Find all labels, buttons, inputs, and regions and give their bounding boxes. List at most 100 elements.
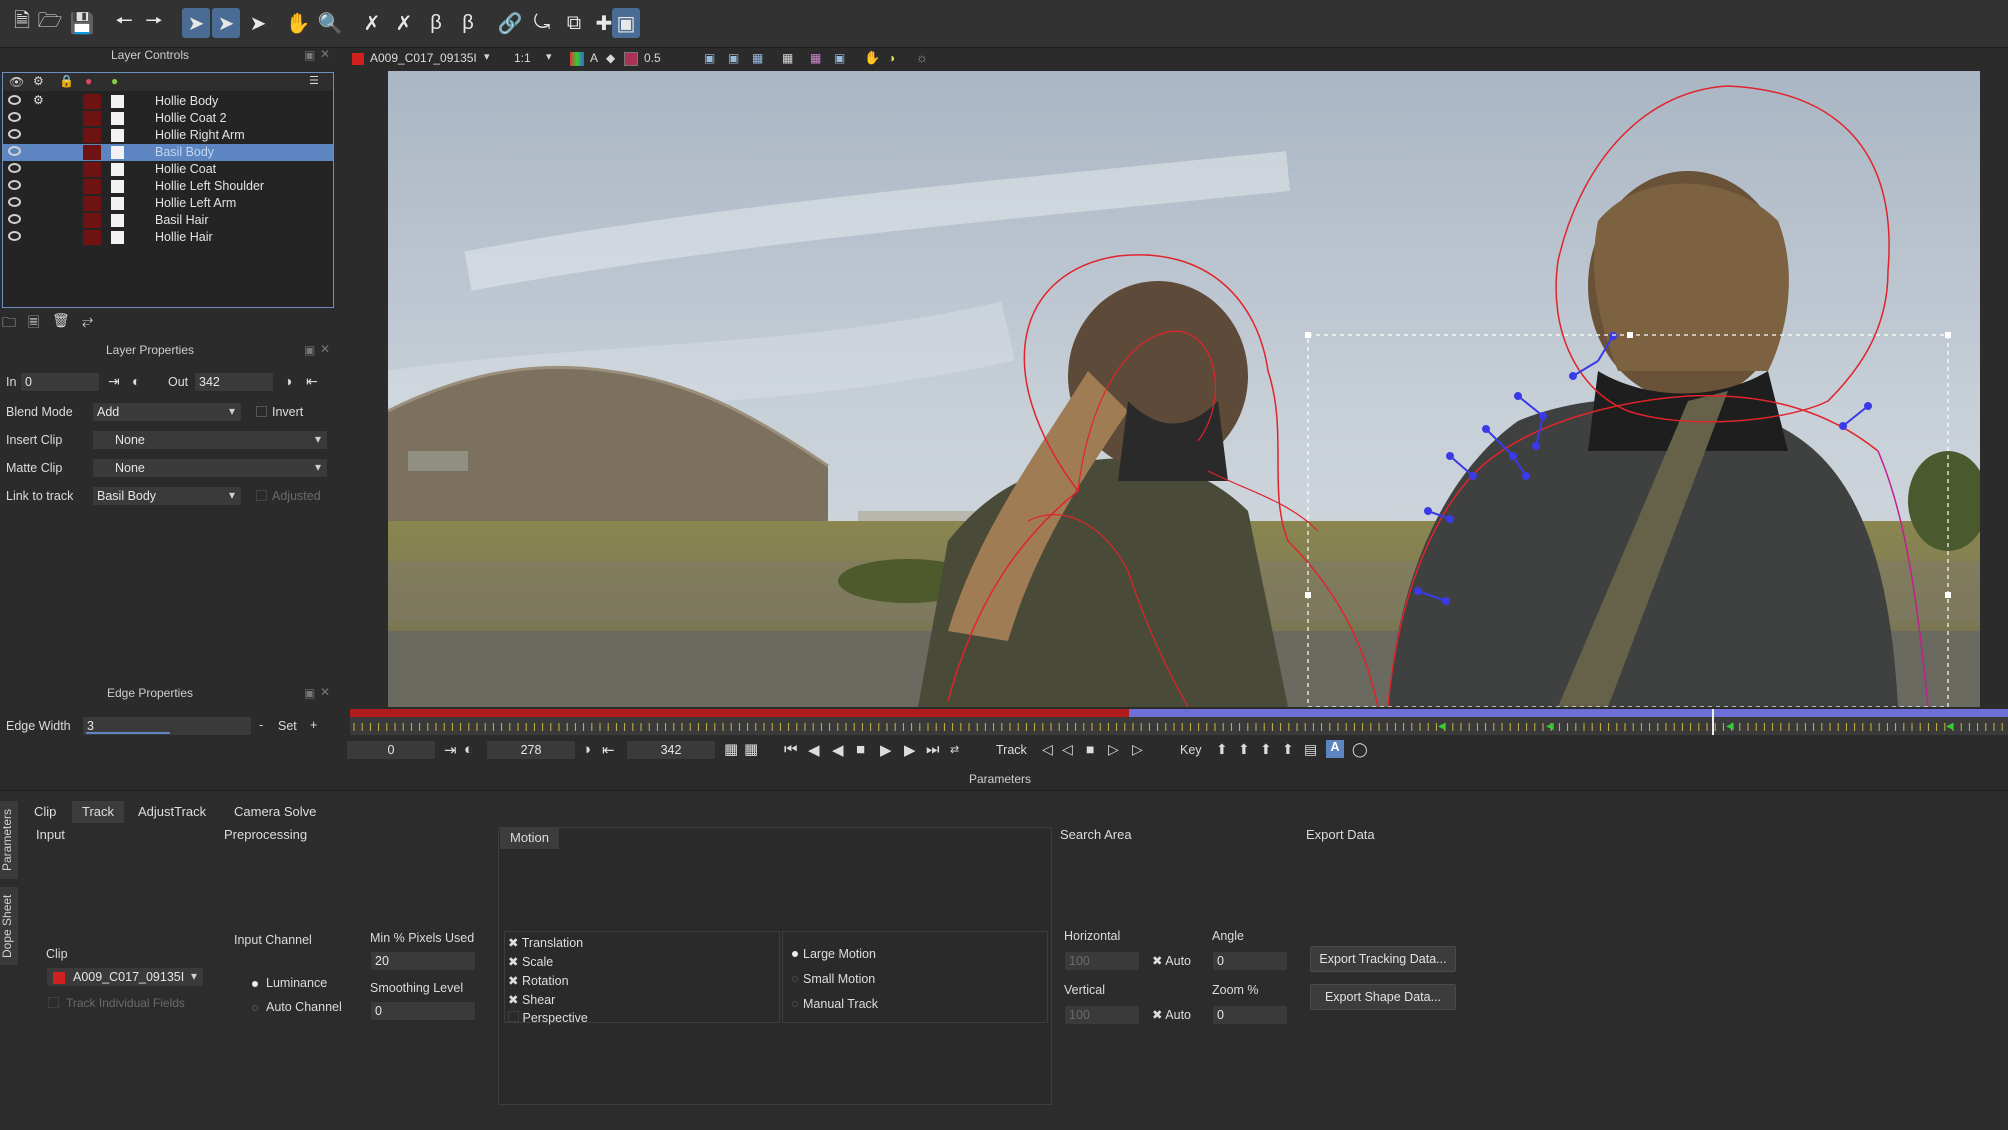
undo-icon[interactable]: 🠔 bbox=[110, 8, 138, 38]
layer-matte-swatch[interactable] bbox=[111, 112, 124, 125]
new-layer-icon[interactable]: 🗀 bbox=[2, 312, 16, 336]
visibility-eye-icon[interactable] bbox=[8, 214, 21, 224]
layer-color-swatch[interactable] bbox=[83, 162, 101, 177]
go-to-end-bracket-icon[interactable]: ⇤ bbox=[602, 741, 615, 759]
prev-key-icon[interactable]: ⬆ bbox=[1238, 741, 1250, 758]
layer-row[interactable]: Hollie Coat bbox=[3, 161, 333, 178]
layer-color-swatch[interactable] bbox=[83, 213, 101, 228]
fit-layers-icon[interactable]: ⥂ bbox=[82, 312, 93, 329]
exposure-sun-icon[interactable]: ☼ bbox=[916, 50, 928, 65]
stop-icon[interactable]: ■ bbox=[856, 741, 865, 758]
monitor-icon[interactable]: ▣ bbox=[704, 51, 715, 65]
track-step-forward-icon[interactable]: ▷ bbox=[1108, 741, 1119, 758]
lock-column-icon[interactable]: 🔒 bbox=[59, 74, 74, 88]
layer-matte-swatch[interactable] bbox=[111, 146, 124, 159]
set-in-icon[interactable]: ◐ bbox=[132, 373, 140, 389]
track-forward-icon[interactable]: ▷ bbox=[1132, 741, 1143, 758]
grid-overlay-icon[interactable]: ▣ bbox=[612, 8, 640, 38]
layer-matte-swatch[interactable] bbox=[111, 197, 124, 210]
set-in-point-icon[interactable]: ◐ bbox=[464, 741, 473, 758]
tab-camera-solve[interactable]: Camera Solve bbox=[224, 801, 326, 823]
crop-icon[interactable]: ▦ bbox=[782, 51, 793, 65]
motion-checkbox[interactable]: ✖ Rotation bbox=[508, 973, 569, 988]
horizontal-field[interactable]: 100 bbox=[1064, 951, 1140, 971]
color-column-icon[interactable]: ● bbox=[85, 74, 92, 88]
layer-row[interactable]: Hollie Left Shoulder bbox=[3, 178, 333, 195]
key-all-icon[interactable]: ▤ bbox=[1304, 741, 1317, 758]
bezier-x-tool-icon[interactable]: ✗ bbox=[358, 8, 386, 38]
go-to-in-icon[interactable]: ⇥ bbox=[108, 373, 120, 390]
zoom-magnifier-icon[interactable]: 🔍 bbox=[316, 8, 344, 38]
play-forward-icon[interactable]: ▶ bbox=[904, 741, 916, 759]
auto-channel-radio[interactable] bbox=[252, 1005, 258, 1011]
alpha-channel-icon[interactable]: A bbox=[590, 51, 598, 65]
keyframe-marker[interactable]: ◀ bbox=[1438, 721, 1446, 732]
insert-clip-select[interactable]: None bbox=[92, 430, 328, 450]
fit-timeline-icon[interactable]: ▦ bbox=[724, 740, 738, 758]
out-frame-field[interactable]: 342 bbox=[194, 372, 274, 392]
rgb-channels-icon[interactable] bbox=[570, 52, 584, 66]
motion-checkbox[interactable]: ✖ Scale bbox=[508, 954, 553, 969]
tab-adjusttrack[interactable]: AdjustTrack bbox=[128, 801, 216, 823]
track-step-backward-icon[interactable]: ◁ bbox=[1062, 741, 1073, 758]
brightness-icon[interactable]: ◑ bbox=[888, 51, 895, 65]
panel-float-icon[interactable]: ▣ bbox=[304, 343, 315, 357]
viewer-clip-select[interactable]: A009_C017_09135I bbox=[370, 51, 477, 65]
viewer-canvas[interactable] bbox=[388, 71, 1980, 707]
hand-icon[interactable]: ✋ bbox=[864, 50, 880, 66]
adjusted-checkbox[interactable] bbox=[256, 490, 267, 501]
layer-row[interactable]: Hollie Coat 2 bbox=[3, 110, 333, 127]
horizontal-auto-checkbox[interactable]: ✖ Auto bbox=[1152, 953, 1191, 968]
panel-float-icon[interactable]: ▣ bbox=[304, 686, 315, 700]
set-out-icon[interactable]: ◑ bbox=[284, 373, 292, 389]
new-file-icon[interactable]: 🗎 bbox=[8, 8, 36, 38]
go-to-last-frame-icon[interactable]: ⏭ bbox=[926, 741, 940, 758]
visibility-eye-icon[interactable] bbox=[8, 180, 21, 190]
tab-clip[interactable]: Clip bbox=[24, 801, 66, 823]
track-backward-icon[interactable]: ◁ bbox=[1042, 741, 1053, 758]
bezier-b-tool-icon[interactable]: ✗ bbox=[390, 8, 418, 38]
visibility-eye-icon[interactable] bbox=[8, 146, 21, 156]
layer-color-swatch[interactable] bbox=[83, 128, 101, 143]
track-individual-fields-checkbox[interactable] bbox=[48, 997, 59, 1008]
playback-mode-icon[interactable]: ⇄ bbox=[950, 743, 959, 756]
key-reset-icon[interactable]: ◯ bbox=[1352, 741, 1368, 758]
zoom-percent-field[interactable]: 0 bbox=[1212, 1005, 1288, 1025]
layer-color-swatch[interactable] bbox=[83, 145, 101, 160]
keyframe-marker[interactable]: ◀ bbox=[1726, 721, 1734, 732]
bspline-add-tool-icon[interactable]: β bbox=[454, 8, 482, 38]
chevron-down-icon[interactable]: ▾ bbox=[484, 50, 490, 63]
in-frame-field[interactable]: 0 bbox=[20, 372, 100, 392]
motion-checkbox[interactable]: ✖ Translation bbox=[508, 935, 583, 950]
viewer-zoom-select[interactable]: 1:1 bbox=[514, 51, 531, 65]
viewer-grid-icon[interactable]: ▦ bbox=[752, 51, 763, 65]
go-to-out-icon[interactable]: ⇤ bbox=[306, 373, 318, 390]
matte-column-icon[interactable]: ● bbox=[111, 74, 118, 88]
visibility-eye-icon[interactable] bbox=[8, 163, 21, 173]
layer-row[interactable]: Hollie Hair bbox=[3, 229, 333, 246]
side-tab-dope-sheet[interactable]: Dope Sheet bbox=[0, 887, 18, 965]
panel-close-icon[interactable]: ✕ bbox=[320, 47, 330, 61]
visibility-column-eye-icon[interactable]: 👁 bbox=[9, 75, 24, 89]
blend-mode-select[interactable]: Add bbox=[92, 402, 242, 422]
transform-box-icon[interactable]: ⧉ bbox=[560, 8, 588, 38]
loop-icon[interactable]: ▦ bbox=[744, 740, 758, 758]
smoothing-field[interactable]: 0 bbox=[370, 1001, 476, 1021]
edge-width-slider[interactable] bbox=[86, 732, 170, 734]
keyframe-marker[interactable]: ◀ bbox=[1546, 721, 1554, 732]
matte-clip-select[interactable]: None bbox=[92, 458, 328, 478]
edge-width-increase-button[interactable]: + bbox=[310, 718, 317, 732]
next-key-icon[interactable]: ⬆ bbox=[1260, 741, 1272, 758]
current-frame-field[interactable]: 278 bbox=[486, 740, 576, 760]
select-tool-icon[interactable]: ➤ bbox=[182, 8, 210, 38]
keyframe-marker[interactable]: ◀ bbox=[1946, 721, 1954, 732]
layer-color-swatch[interactable] bbox=[83, 94, 101, 109]
add-point-tool-icon[interactable]: ➤ bbox=[244, 8, 272, 38]
luminance-radio[interactable] bbox=[252, 981, 258, 987]
timeline-playhead[interactable] bbox=[1712, 709, 1714, 735]
hand-pan-icon[interactable]: ✋ bbox=[284, 8, 312, 38]
autokey-toggle-icon[interactable]: A bbox=[1326, 740, 1344, 758]
layer-row[interactable]: ⚙ Hollie Body bbox=[3, 93, 333, 110]
checker-icon[interactable]: ▦ bbox=[810, 51, 821, 65]
open-folder-icon[interactable]: 🗁 bbox=[36, 8, 64, 38]
